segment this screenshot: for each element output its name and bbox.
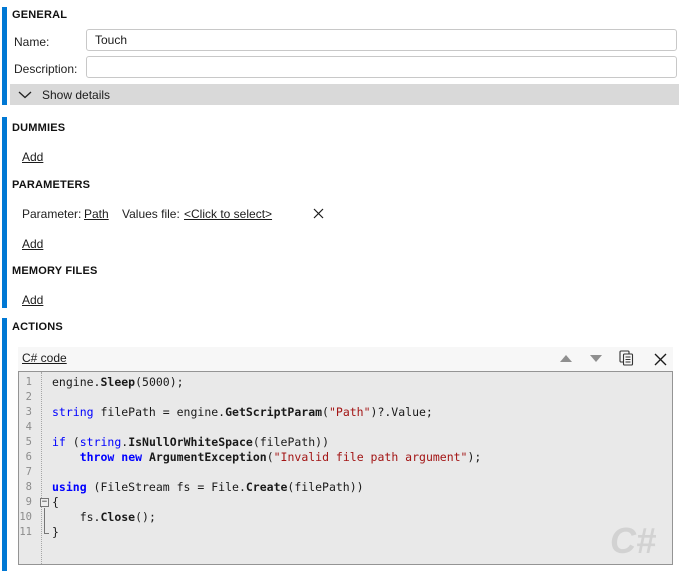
code-text: { [52, 495, 59, 509]
code-line: 5 if (string.IsNullOrWhiteSpace(filePath)… [19, 435, 672, 450]
collapse-region-icon[interactable]: − [40, 498, 49, 507]
chevron-down-icon [18, 91, 32, 98]
move-up-icon [560, 354, 572, 362]
code-editor-header: C# code [18, 347, 673, 371]
code-line: 10 fs.Close(); [19, 510, 672, 525]
line-number: 11 [19, 526, 32, 538]
fold-margin [38, 450, 52, 465]
copy-icon [618, 350, 633, 366]
fold-margin [38, 375, 52, 390]
line-number: 2 [25, 391, 32, 403]
line-number: 10 [19, 511, 32, 523]
parameter-label: Parameter: [22, 207, 82, 221]
csharp-watermark: C# [609, 520, 656, 561]
close-icon [654, 353, 666, 365]
move-down-button[interactable] [588, 352, 604, 364]
line-number: 3 [25, 406, 32, 418]
code-line: 1 engine.Sleep(5000); [19, 375, 672, 390]
fold-margin [38, 435, 52, 450]
dummies-heading: DUMMIES [12, 122, 66, 134]
description-label: Description: [14, 62, 78, 76]
fold-margin [38, 480, 52, 495]
name-input[interactable] [86, 29, 677, 51]
values-file-label: Values file: [122, 207, 180, 221]
fold-marker-mid [38, 510, 52, 525]
line-number: 4 [25, 421, 32, 433]
x-icon [313, 208, 323, 218]
fold-margin [38, 405, 52, 420]
actions-section-accent-bar [2, 318, 7, 571]
move-down-icon [590, 354, 602, 362]
fold-margin [38, 420, 52, 435]
code-lines: 1 engine.Sleep(5000); 2 3 string filePath = … [19, 375, 672, 540]
code-text: if (string.IsNullOrWhiteSpace(filePath)) [52, 435, 329, 449]
values-file-select-link[interactable]: <Click to select> [184, 207, 272, 221]
close-editor-button[interactable] [652, 352, 668, 366]
general-heading: GENERAL [12, 9, 68, 21]
delete-parameter-button[interactable] [311, 206, 325, 220]
code-text: } [52, 525, 59, 539]
middle-sections-accent-bar [2, 117, 7, 308]
memory-files-heading: MEMORY FILES [12, 265, 98, 277]
parameter-value-link[interactable]: Path [84, 207, 109, 221]
parameters-add-button[interactable]: Add [22, 237, 43, 251]
line-number: 9 [25, 496, 32, 508]
code-text: using (FileStream fs = File.Create(fileP… [52, 480, 364, 494]
code-text: throw new ArgumentException("Invalid fil… [79, 450, 482, 464]
line-number: 7 [25, 466, 32, 478]
description-input[interactable] [86, 56, 677, 78]
line-number: 8 [25, 481, 32, 493]
actions-heading: ACTIONS [12, 321, 63, 333]
code-text: string filePath = engine.GetScriptParam(… [52, 405, 433, 419]
show-details-expander[interactable]: Show details [10, 84, 679, 105]
code-line: 8 using (FileStream fs = File.Create(file… [19, 480, 672, 495]
code-text: engine.Sleep(5000); [52, 375, 184, 389]
general-section-accent-bar [2, 7, 7, 105]
code-line: 7 [19, 465, 672, 480]
copy-button[interactable] [617, 349, 635, 367]
code-line: 9−{ [19, 495, 672, 510]
dummies-add-button[interactable]: Add [22, 150, 43, 164]
fold-marker-end [38, 525, 52, 540]
script-editor-form: GENERAL Name: Description: Show details … [0, 0, 679, 576]
line-number: 6 [25, 451, 32, 463]
memory-files-add-button[interactable]: Add [22, 293, 43, 307]
code-text: fs.Close(); [52, 510, 156, 524]
code-line: 3 string filePath = engine.GetScriptParam… [19, 405, 672, 420]
show-details-label: Show details [42, 87, 111, 102]
code-line: 4 [19, 420, 672, 435]
fold-marker-start[interactable]: − [38, 495, 52, 510]
move-up-button[interactable] [558, 352, 574, 364]
csharp-code-editor[interactable]: 1 engine.Sleep(5000); 2 3 string filePath = … [18, 371, 673, 565]
fold-margin [38, 465, 52, 480]
name-label: Name: [14, 35, 50, 49]
csharp-code-link[interactable]: C# code [22, 351, 67, 365]
code-line: 6 throw new ArgumentException("Invalid f… [19, 450, 672, 465]
line-number: 1 [25, 376, 32, 388]
fold-margin [38, 390, 52, 405]
code-line: 2 [19, 390, 672, 405]
parameters-heading: PARAMETERS [12, 179, 91, 191]
code-line: 11} [19, 525, 672, 540]
line-number: 5 [25, 436, 32, 448]
